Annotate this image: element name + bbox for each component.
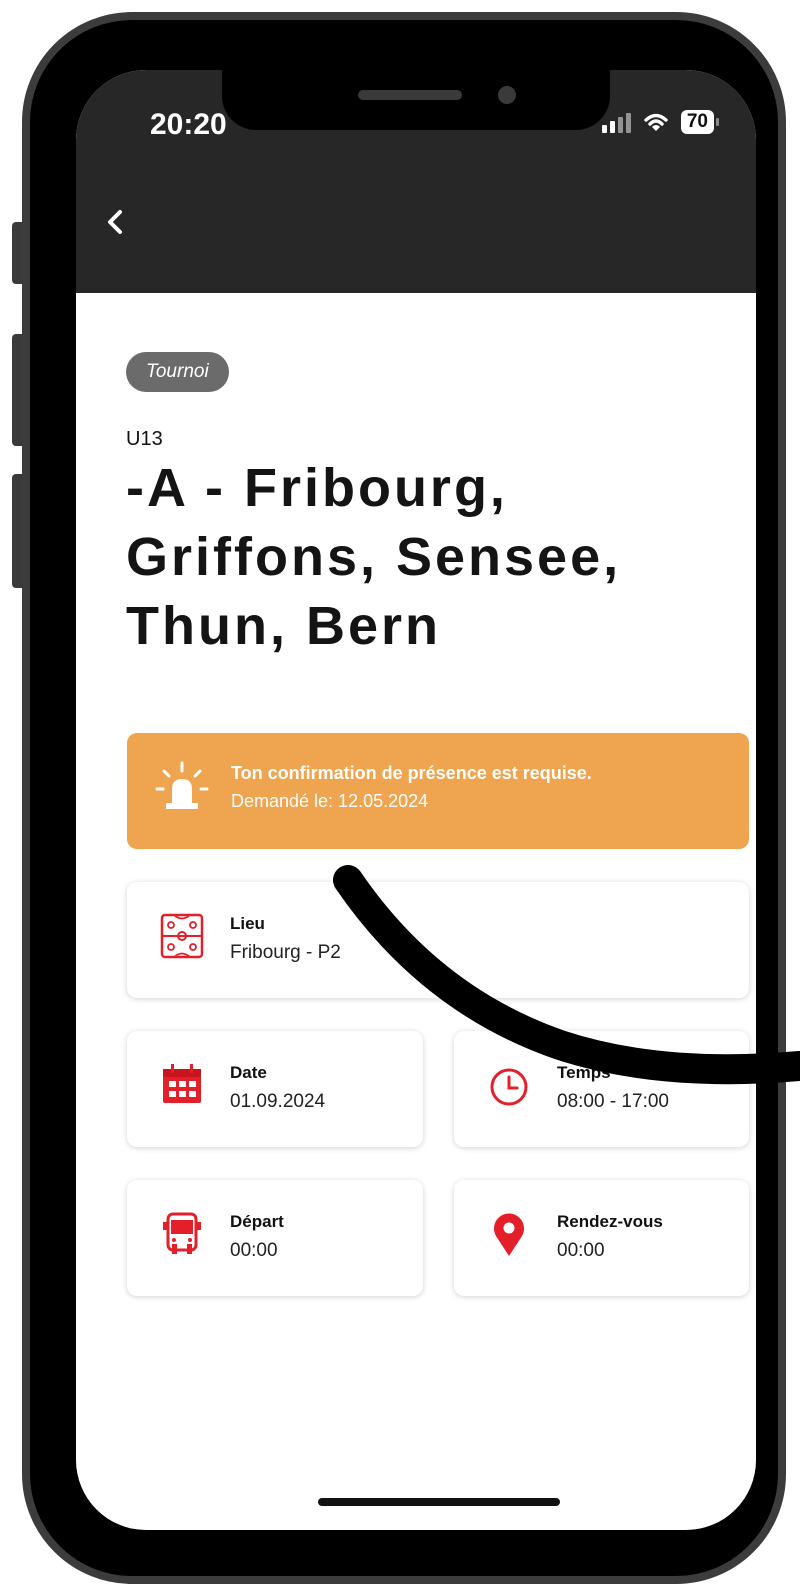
location-value: Fribourg - P2 bbox=[230, 942, 341, 963]
time-label: Temps bbox=[557, 1063, 611, 1082]
meeting-point-card[interactable]: Rendez-vous 00:00 bbox=[454, 1180, 749, 1296]
meeting-point-label: Rendez-vous bbox=[557, 1212, 663, 1231]
chevron-left-icon bbox=[108, 210, 122, 234]
status-time: 20:20 bbox=[150, 108, 227, 141]
calendar-icon bbox=[163, 1064, 201, 1103]
departure-card[interactable]: Départ 00:00 bbox=[127, 1180, 423, 1296]
bus-icon bbox=[163, 1212, 201, 1254]
alert-message: Ton confirmation de présence est requise… bbox=[231, 763, 592, 783]
departure-label: Départ bbox=[230, 1212, 284, 1231]
location-label: Lieu bbox=[230, 914, 265, 933]
back-button[interactable] bbox=[104, 208, 134, 242]
phone-frame: 20:20 70 Tournoi U13 -A - Fribourg, Grif… bbox=[22, 12, 786, 1584]
home-indicator[interactable] bbox=[318, 1498, 560, 1506]
siren-icon bbox=[155, 761, 209, 809]
alert-requested-date: Demandé le: 12.05.2024 bbox=[231, 791, 429, 811]
field-icon bbox=[160, 913, 204, 959]
event-type-badge: Tournoi bbox=[126, 352, 229, 392]
date-value: 01.09.2024 bbox=[230, 1091, 326, 1112]
departure-value: 00:00 bbox=[230, 1240, 278, 1261]
status-icons: 70 bbox=[601, 110, 720, 134]
date-card[interactable]: Date 01.09.2024 bbox=[127, 1031, 423, 1147]
device-notch bbox=[222, 70, 610, 130]
event-category: U13 bbox=[126, 428, 163, 450]
event-title: -A - Fribourg, Griffons, Sensee, Thun, B… bbox=[126, 458, 622, 656]
app-screen: 20:20 70 Tournoi U13 -A - Fribourg, Grif… bbox=[76, 70, 756, 1530]
meeting-point-value: 00:00 bbox=[557, 1240, 605, 1261]
signal-icon bbox=[601, 111, 631, 133]
location-card[interactable]: Lieu Fribourg - P2 bbox=[127, 882, 749, 998]
clock-icon bbox=[490, 1068, 528, 1106]
location-pin-icon bbox=[494, 1213, 524, 1256]
time-card[interactable]: Temps 08:00 - 17:00 bbox=[454, 1031, 749, 1147]
confirmation-alert[interactable]: Ton confirmation de présence est requise… bbox=[127, 733, 749, 849]
battery-icon: 70 bbox=[680, 110, 720, 134]
time-value: 08:00 - 17:00 bbox=[557, 1091, 669, 1112]
wifi-icon bbox=[644, 113, 668, 131]
date-label: Date bbox=[230, 1063, 267, 1082]
